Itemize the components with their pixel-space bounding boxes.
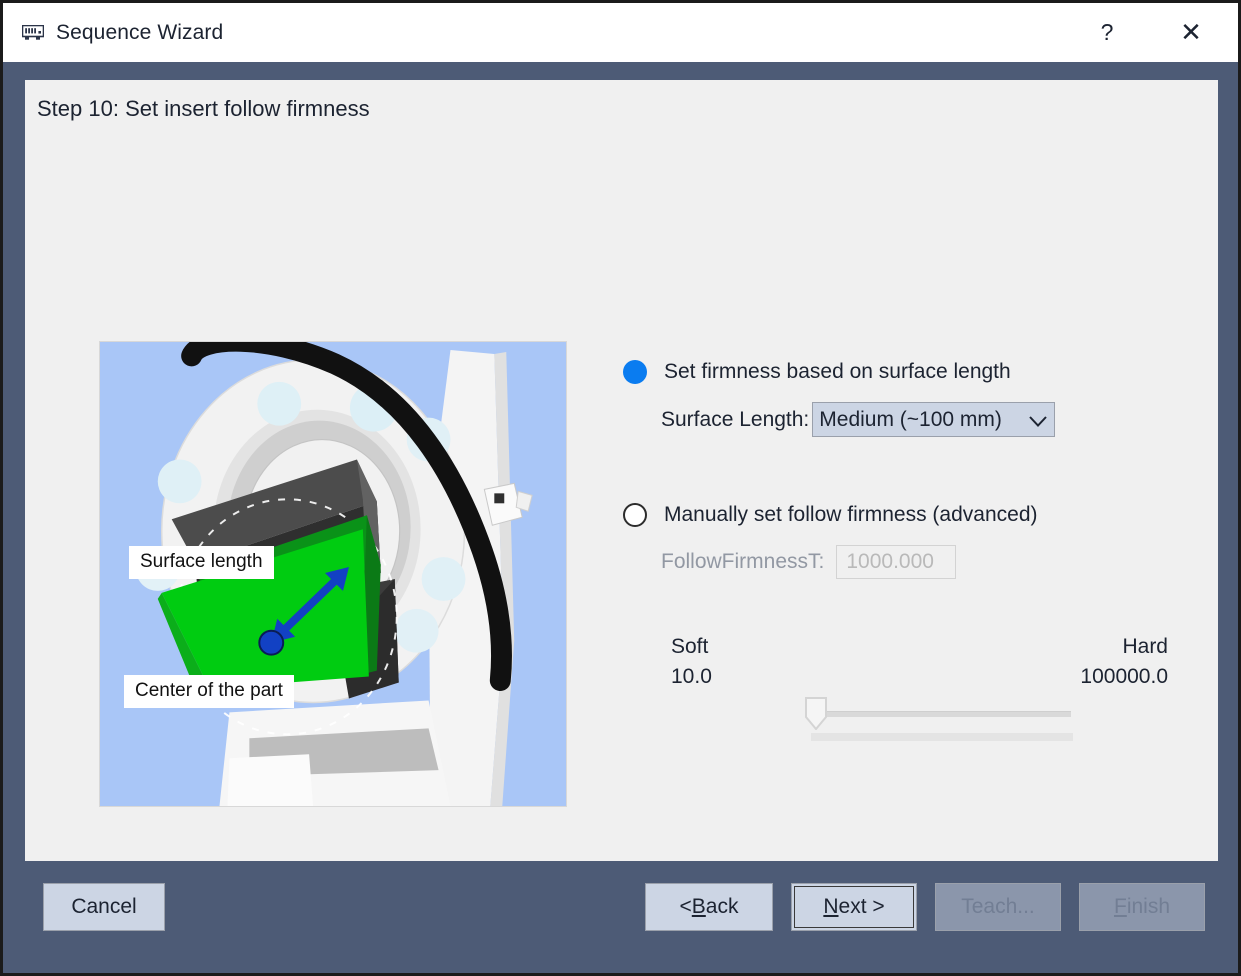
next-button-accelerator: N xyxy=(823,895,838,919)
chevron-down-icon xyxy=(1029,414,1047,425)
firmness-controls: Set firmness based on surface length Sur… xyxy=(623,360,1193,745)
illustration-label-surface-length: Surface length xyxy=(129,546,274,579)
radio-set-firmness-by-surface-length[interactable] xyxy=(623,360,647,384)
help-button[interactable]: ? xyxy=(1084,3,1130,62)
firmness-slider-tick-bar xyxy=(811,733,1073,741)
sequence-wizard-window: Sequence Wizard ? ✕ Step 10: Set insert … xyxy=(0,0,1241,976)
memory-module-icon xyxy=(22,25,44,41)
surface-length-dropdown[interactable]: Medium (~100 mm) xyxy=(812,402,1055,437)
teach-button[interactable]: Teach... xyxy=(935,883,1061,931)
back-button-prefix: < xyxy=(680,895,692,919)
window-frame-body: Step 10: Set insert follow firmness xyxy=(3,62,1238,973)
finish-button[interactable]: Finish xyxy=(1079,883,1205,931)
wizard-button-bar: Cancel < Back Next > Teach... Finish xyxy=(3,861,1238,973)
close-button[interactable]: ✕ xyxy=(1168,3,1214,62)
cancel-button-label: Cancel xyxy=(71,895,136,919)
follow-firmness-input[interactable]: 1000.000 xyxy=(836,545,956,579)
surface-length-field-row: Surface Length: Medium (~100 mm) xyxy=(661,402,1193,437)
illustration-label-center-of-part: Center of the part xyxy=(124,675,294,708)
slider-min-label: Soft xyxy=(671,635,708,659)
cancel-button[interactable]: Cancel xyxy=(43,883,165,931)
finish-button-suffix: inish xyxy=(1127,895,1170,919)
surface-length-label: Surface Length: xyxy=(661,408,809,432)
option-manual-firmness-row[interactable]: Manually set follow firmness (advanced) xyxy=(623,503,1193,527)
firmness-slider-block: Soft 10.0 Hard 100000.0 xyxy=(623,635,1168,745)
option-manual-firmness-label: Manually set follow firmness (advanced) xyxy=(664,503,1038,527)
window-title: Sequence Wizard xyxy=(56,21,223,45)
title-bar: Sequence Wizard ? ✕ xyxy=(3,3,1238,62)
illustration-image: Surface length Center of the part xyxy=(99,341,567,807)
slider-max-label: Hard xyxy=(1122,635,1168,659)
back-button[interactable]: < Back xyxy=(645,883,773,931)
content-panel: Step 10: Set insert follow firmness xyxy=(25,80,1218,900)
option-surface-length-label: Set firmness based on surface length xyxy=(664,360,1011,384)
next-button[interactable]: Next > xyxy=(791,883,917,931)
next-button-suffix: ext > xyxy=(839,895,885,919)
radio-manually-set-follow-firmness[interactable] xyxy=(623,503,647,527)
firmness-slider-track[interactable] xyxy=(813,711,1071,717)
finish-button-accelerator: F xyxy=(1114,895,1127,919)
follow-firmness-value: 1000.000 xyxy=(846,550,934,574)
slider-min-value: 10.0 xyxy=(671,665,712,689)
firmness-slider-thumb[interactable] xyxy=(805,697,827,730)
back-button-suffix: ack xyxy=(706,895,739,919)
back-button-accelerator: B xyxy=(692,895,706,919)
surface-length-selected-value: Medium (~100 mm) xyxy=(819,408,1002,432)
page-title: Step 10: Set insert follow firmness xyxy=(37,96,370,122)
follow-firmness-field-row: FollowFirmnessT: 1000.000 xyxy=(661,545,1193,579)
teach-button-label: Teach... xyxy=(961,895,1035,919)
option-surface-length-row[interactable]: Set firmness based on surface length xyxy=(623,360,1193,384)
slider-max-value: 100000.0 xyxy=(1080,665,1168,689)
follow-firmness-label: FollowFirmnessT: xyxy=(661,550,824,574)
